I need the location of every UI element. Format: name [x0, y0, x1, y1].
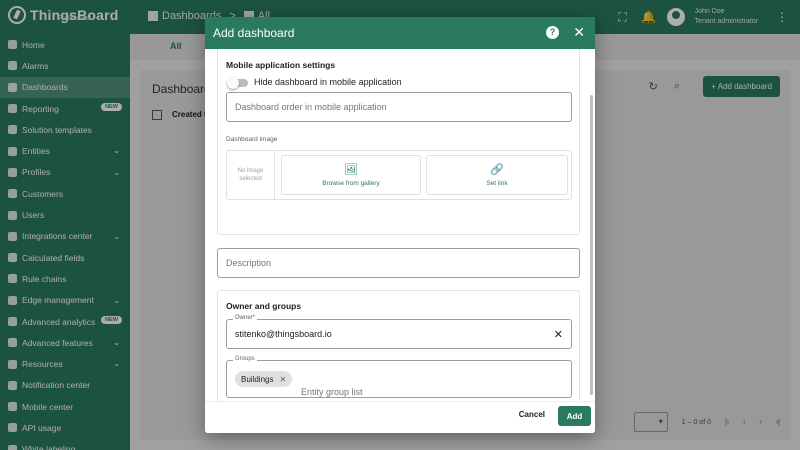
gallery-icon: 🖼 — [344, 164, 358, 176]
groups-input[interactable] — [293, 374, 595, 401]
owner-label: Owner* — [233, 315, 258, 321]
description-input[interactable] — [218, 249, 579, 277]
dashboard-image-box: No image selected 🖼 Browse from gallery … — [226, 150, 572, 200]
dialog-scrollbar[interactable] — [590, 95, 593, 395]
hide-in-mobile-toggle[interactable] — [227, 77, 248, 89]
dashboard-image-label: Dashboard image — [226, 136, 278, 143]
set-link-button[interactable]: 🔗 Set link — [426, 155, 568, 195]
add-dashboard-dialog: Add dashboard ? ✕ Mobile application set… — [205, 17, 595, 433]
owner-input[interactable] — [227, 320, 571, 348]
dialog-footer: Cancel Add — [205, 401, 595, 433]
browse-gallery-label: Browse from gallery — [322, 180, 380, 187]
remove-chip-icon[interactable]: ✕ — [279, 375, 286, 384]
description-field[interactable] — [217, 248, 580, 278]
dialog-title: Add dashboard — [213, 26, 295, 40]
clear-owner-icon[interactable]: ✕ — [554, 328, 563, 341]
dialog-body[interactable]: Mobile application settings Hide dashboa… — [205, 49, 595, 401]
group-chip: Buildings ✕ — [235, 371, 293, 387]
no-image-placeholder: No image selected — [227, 151, 275, 199]
dashboard-order-field[interactable] — [226, 92, 572, 122]
owner-groups-section: Owner and groups Owner* ✕ Groups Buildin… — [217, 290, 595, 401]
mobile-settings-section: Mobile application settings Hide dashboa… — [217, 49, 580, 235]
dashboard-order-input[interactable] — [227, 93, 571, 121]
add-button[interactable]: Add — [558, 406, 591, 426]
set-link-label: Set link — [486, 180, 508, 187]
hide-in-mobile-label: Hide dashboard in mobile application — [254, 77, 402, 87]
link-icon: 🔗 — [490, 164, 504, 176]
groups-field[interactable]: Groups Buildings ✕ — [226, 356, 595, 401]
cancel-button[interactable]: Cancel — [519, 410, 545, 419]
help-icon[interactable]: ? — [546, 26, 559, 39]
close-icon[interactable]: ✕ — [573, 24, 585, 41]
owner-groups-title: Owner and groups — [226, 301, 302, 311]
group-chip-label: Buildings — [241, 374, 274, 384]
groups-label: Groups — [233, 356, 257, 362]
dialog-header: Add dashboard ? ✕ — [205, 17, 595, 49]
owner-field[interactable]: Owner* ✕ — [226, 315, 572, 349]
mobile-settings-title: Mobile application settings — [226, 60, 336, 70]
browse-gallery-button[interactable]: 🖼 Browse from gallery — [281, 155, 421, 195]
